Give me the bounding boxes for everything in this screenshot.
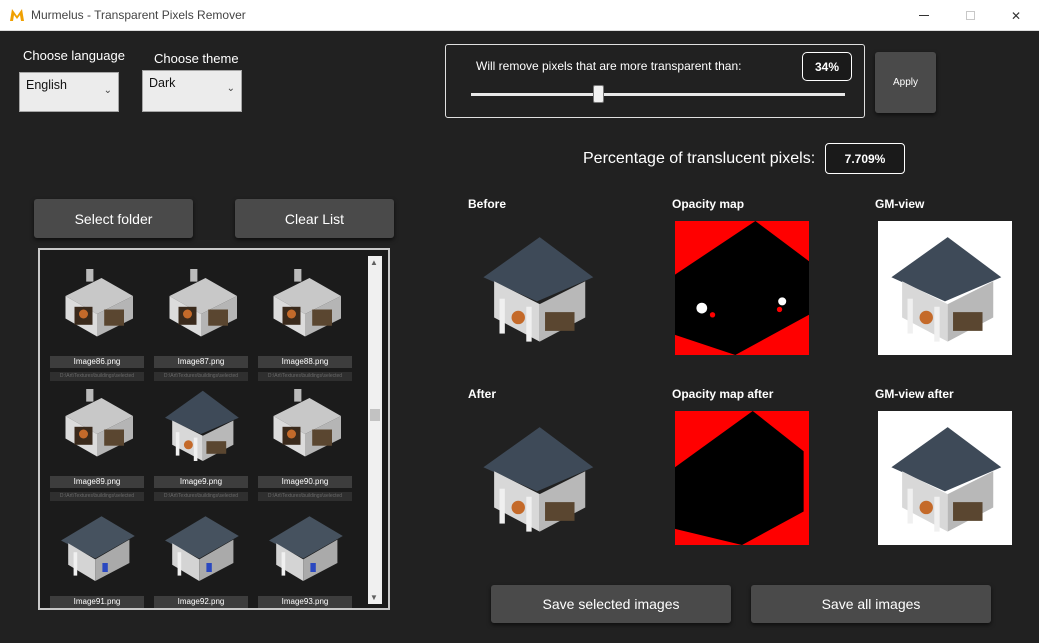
list-item[interactable]: Image89.png D:\Art\Textures\buildings\se… (50, 380, 144, 502)
thumbnail-image (52, 380, 142, 470)
scroll-down-icon[interactable]: ▼ (370, 593, 378, 602)
language-label: Choose language (23, 48, 125, 63)
item-name: Image9.png (154, 476, 248, 488)
thumbnail-image (52, 500, 142, 590)
title-bar: Murmelus - Transparent Pixels Remover ✕ (0, 0, 1039, 31)
chevron-down-icon: ⌄ (103, 85, 112, 96)
threshold-slider-thumb[interactable] (593, 85, 605, 103)
save-selected-button[interactable]: Save selected images (491, 585, 731, 623)
thumbnail-image (260, 380, 350, 470)
list-scrollbar[interactable]: ▲ ▼ (368, 256, 382, 604)
after-caption: After (468, 387, 497, 401)
translucent-label: Percentage of translucent pixels: (583, 150, 816, 167)
thumbnail-image (156, 500, 246, 590)
opacity-map-after-caption: Opacity map after (672, 387, 774, 401)
close-button[interactable]: ✕ (993, 0, 1039, 31)
item-name: Image86.png (50, 356, 144, 368)
list-item[interactable]: Image87.png D:\Art\Textures\buildings\se… (154, 260, 248, 382)
gm-view-image (878, 221, 1012, 355)
gm-view-after-caption: GM-view after (875, 387, 954, 401)
maximize-button[interactable] (947, 0, 993, 31)
threshold-value: 34% (802, 52, 852, 81)
before-caption: Before (468, 197, 507, 211)
theme-value: Dark (149, 76, 176, 90)
opacity-map-after-image (675, 411, 809, 545)
gm-view-caption: GM-view (875, 197, 925, 211)
list-item[interactable]: Image93.png (258, 500, 352, 608)
thumbnail-image (52, 260, 142, 350)
language-value: English (26, 78, 67, 92)
thumbnail-image (156, 260, 246, 350)
item-name: Image93.png (258, 596, 352, 608)
thumbnail-image (260, 260, 350, 350)
maximize-icon (965, 11, 975, 20)
item-name: Image90.png (258, 476, 352, 488)
after-image (470, 411, 604, 545)
threshold-panel: Will remove pixels that are more transpa… (445, 44, 865, 118)
item-name: Image92.png (154, 596, 248, 608)
before-image (470, 221, 604, 355)
image-list[interactable]: Image86.png D:\Art\Textures\buildings\se… (38, 248, 390, 610)
opacity-map-caption: Opacity map (672, 197, 745, 211)
language-select[interactable]: English ⌄ (19, 72, 119, 112)
thumbnail-image (260, 500, 350, 590)
close-icon: ✕ (1010, 8, 1022, 23)
minimize-icon (919, 15, 929, 16)
save-all-button[interactable]: Save all images (751, 585, 991, 623)
list-item[interactable]: Image90.png D:\Art\Textures\buildings\se… (258, 380, 352, 502)
item-name: Image88.png (258, 356, 352, 368)
threshold-slider-track[interactable] (471, 93, 845, 96)
item-name: Image91.png (50, 596, 144, 608)
clear-list-button[interactable]: Clear List (235, 199, 394, 238)
list-item[interactable]: Image88.png D:\Art\Textures\buildings\se… (258, 260, 352, 382)
scroll-up-icon[interactable]: ▲ (370, 258, 378, 267)
gm-view-after-image (878, 411, 1012, 545)
translucent-value: 7.709% (825, 143, 905, 174)
theme-select[interactable]: Dark ⌄ (142, 70, 242, 112)
list-item[interactable]: Image91.png (50, 500, 144, 608)
window-title: Murmelus - Transparent Pixels Remover (31, 8, 246, 22)
select-folder-button[interactable]: Select folder (34, 199, 193, 238)
chevron-down-icon: ⌄ (226, 83, 235, 94)
scrollbar-thumb[interactable] (370, 409, 380, 421)
list-item[interactable]: Image92.png (154, 500, 248, 608)
opacity-map-image (675, 221, 809, 355)
threshold-text: Will remove pixels that are more transpa… (476, 59, 742, 73)
item-name: Image89.png (50, 476, 144, 488)
theme-label: Choose theme (154, 51, 239, 66)
minimize-button[interactable] (901, 0, 947, 31)
thumbnail-image (156, 380, 246, 470)
app-logo-icon (10, 9, 24, 21)
apply-button[interactable]: Apply (875, 52, 936, 113)
item-name: Image87.png (154, 356, 248, 368)
list-item[interactable]: Image9.png D:\Art\Textures\buildings\sel… (154, 380, 248, 502)
list-item[interactable]: Image86.png D:\Art\Textures\buildings\se… (50, 260, 144, 382)
